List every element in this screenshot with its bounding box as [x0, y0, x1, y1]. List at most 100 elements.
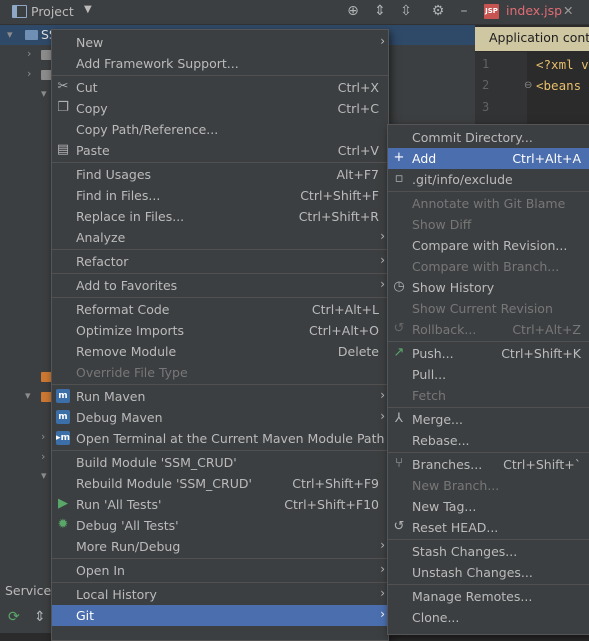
- notification-text: Application conte: [489, 30, 589, 45]
- git-item-commit-directory[interactable]: Commit Directory...: [388, 127, 589, 148]
- menu-separator: [52, 582, 388, 583]
- menu-item-debug-all-tests[interactable]: ✹ Debug 'All Tests': [52, 515, 388, 536]
- menu-item-debug-maven[interactable]: m Debug Maven ›: [52, 407, 388, 428]
- menu-item-remove-module[interactable]: Remove Module Delete: [52, 341, 388, 362]
- git-item-show-current-revision: Show Current Revision: [412, 301, 553, 316]
- menu-separator: [52, 450, 388, 451]
- gear-icon[interactable]: ⚙: [430, 3, 446, 19]
- line-number: 1: [482, 57, 490, 71]
- module-folder-icon: [25, 30, 38, 40]
- git-item-gitinfo-exclude[interactable]: ▫ .git/info/exclude: [388, 169, 589, 190]
- git-item-merge[interactable]: ⅄ Merge...: [388, 409, 589, 430]
- menu-separator: [388, 452, 589, 453]
- clock-icon: ◷: [393, 279, 405, 294]
- menu-item-copy-path[interactable]: Copy Path/Reference...: [52, 119, 388, 140]
- collapse-all-icon[interactable]: ⇳: [398, 3, 414, 19]
- menu-item-cut[interactable]: ✂ Cut Ctrl+X: [52, 77, 388, 98]
- menu-item-rebuild-module[interactable]: Rebuild Module 'SSM_CRUD' Ctrl+Shift+F9: [52, 473, 388, 494]
- git-item-manage-remotes[interactable]: Manage Remotes...: [388, 586, 589, 607]
- menu-separator: [388, 539, 589, 540]
- expand-all-icon[interactable]: ⇕: [34, 609, 46, 625]
- git-item-rollback: ↺ Rollback... Ctrl+Alt+Z: [393, 321, 581, 338]
- project-window-icon: [12, 5, 27, 18]
- undo-icon: ↺: [393, 321, 405, 336]
- locate-icon[interactable]: ⊕: [345, 3, 361, 19]
- menu-separator: [52, 273, 388, 274]
- menu-item-copy[interactable]: ❐ Copy Ctrl+C: [52, 98, 388, 119]
- git-item-unstash-changes[interactable]: Unstash Changes...: [388, 562, 589, 583]
- chevron-right-icon[interactable]: ›: [41, 450, 45, 463]
- file-icon: ▫: [394, 171, 404, 186]
- git-item-pull[interactable]: Pull...: [388, 364, 589, 385]
- refresh-icon[interactable]: ⟳: [8, 609, 20, 625]
- chevron-down-icon[interactable]: ▾: [41, 87, 47, 100]
- git-item-clone[interactable]: Clone...: [388, 607, 589, 628]
- chevron-down-icon[interactable]: ▼: [84, 4, 92, 15]
- git-item-reset-head[interactable]: ↺ Reset HEAD...: [388, 517, 589, 538]
- menu-item-open-terminal-maven[interactable]: ▸m Open Terminal at the Current Maven Mod…: [52, 428, 388, 449]
- menu-item-run-all-tests[interactable]: ▶ Run 'All Tests' Ctrl+Shift+F10: [52, 494, 388, 515]
- menu-item-git[interactable]: Git ›: [52, 605, 388, 626]
- minimize-icon[interactable]: –: [456, 3, 472, 19]
- menu-item-override-file-type: Override File Type: [76, 365, 188, 380]
- debug-icon: ✹: [57, 517, 69, 532]
- menu-separator: [52, 384, 388, 385]
- line-number: 3: [482, 100, 490, 114]
- run-icon: ▶: [58, 496, 68, 511]
- menu-item-find-in-files[interactable]: Find in Files... Ctrl+Shift+F: [52, 185, 388, 206]
- menu-item-find-usages[interactable]: Find Usages Alt+F7: [52, 164, 388, 185]
- chevron-right-icon[interactable]: ›: [27, 67, 31, 80]
- git-item-show-diff: Show Diff: [412, 217, 472, 232]
- chevron-down-icon[interactable]: ▾: [7, 28, 13, 41]
- code-line: <?xml v: [536, 57, 589, 72]
- expand-all-icon[interactable]: ⇕: [372, 3, 388, 19]
- chevron-right-icon[interactable]: ›: [27, 47, 31, 60]
- git-item-add[interactable]: + Add Ctrl+Alt+A: [388, 148, 589, 169]
- menu-item-refactor[interactable]: Refactor ›: [52, 251, 388, 272]
- menu-item-reformat-code[interactable]: Reformat Code Ctrl+Alt+L: [52, 299, 388, 320]
- editor-tab-index-jsp[interactable]: index.jsp: [506, 3, 562, 18]
- notification-banner: Application conte: [475, 27, 589, 51]
- menu-item-paste[interactable]: ▤ Paste Ctrl+V: [52, 140, 388, 161]
- chevron-down-icon[interactable]: ▾: [41, 469, 47, 482]
- menu-item-run-maven[interactable]: m Run Maven ›: [52, 386, 388, 407]
- chevron-right-icon: ›: [380, 562, 385, 576]
- menu-item-add-framework-support[interactable]: Add Framework Support...: [52, 53, 388, 74]
- git-item-fetch: Fetch: [412, 388, 446, 403]
- git-item-stash-changes[interactable]: Stash Changes...: [388, 541, 589, 562]
- fold-icon[interactable]: ⊖: [524, 80, 532, 91]
- close-icon[interactable]: ✕: [563, 3, 573, 18]
- menu-item-replace-in-files[interactable]: Replace in Files... Ctrl+Shift+R: [52, 206, 388, 227]
- services-label[interactable]: Services: [5, 583, 58, 598]
- menu-item-open-in[interactable]: Open In ›: [52, 560, 388, 581]
- git-item-show-history[interactable]: ◷ Show History: [388, 277, 589, 298]
- menu-item-add-to-favorites[interactable]: Add to Favorites ›: [52, 275, 388, 296]
- chevron-right-icon[interactable]: ›: [41, 430, 45, 443]
- project-view-title[interactable]: Project: [31, 4, 74, 19]
- chevron-right-icon: ›: [380, 277, 385, 291]
- branch-icon: ⑂: [395, 456, 403, 471]
- git-item-push[interactable]: ↗ Push... Ctrl+Shift+K: [388, 343, 589, 364]
- menu-item-analyze[interactable]: Analyze ›: [52, 227, 388, 248]
- menu-separator: [52, 558, 388, 559]
- menu-item-optimize-imports[interactable]: Optimize Imports Ctrl+Alt+O: [52, 320, 388, 341]
- menu-item-local-history[interactable]: Local History ›: [52, 584, 388, 605]
- git-item-rebase[interactable]: Rebase...: [388, 430, 589, 451]
- code-line: <beans: [536, 78, 582, 93]
- merge-icon: ⅄: [395, 411, 403, 426]
- maven-icon: m: [56, 410, 70, 424]
- chevron-down-icon[interactable]: ▾: [25, 389, 31, 402]
- menu-separator: [388, 407, 589, 408]
- git-item-new-tag[interactable]: New Tag...: [388, 496, 589, 517]
- git-item-branches[interactable]: ⑂ Branches... Ctrl+Shift+`: [388, 454, 589, 475]
- git-item-compare-revision[interactable]: Compare with Revision...: [388, 235, 589, 256]
- menu-separator: [388, 191, 589, 192]
- menu-item-more-run-debug[interactable]: More Run/Debug ›: [52, 536, 388, 557]
- git-item-compare-branch: Compare with Branch...: [412, 259, 560, 274]
- menu-item-build-module[interactable]: Build Module 'SSM_CRUD': [52, 452, 388, 473]
- plus-icon: +: [393, 150, 405, 165]
- undo-icon: ↺: [393, 519, 405, 534]
- git-submenu: Commit Directory... + Add Ctrl+Alt+A ▫ .git…: [387, 124, 589, 635]
- menu-item-new[interactable]: New ›: [52, 32, 388, 53]
- push-arrow-icon: ↗: [393, 345, 405, 360]
